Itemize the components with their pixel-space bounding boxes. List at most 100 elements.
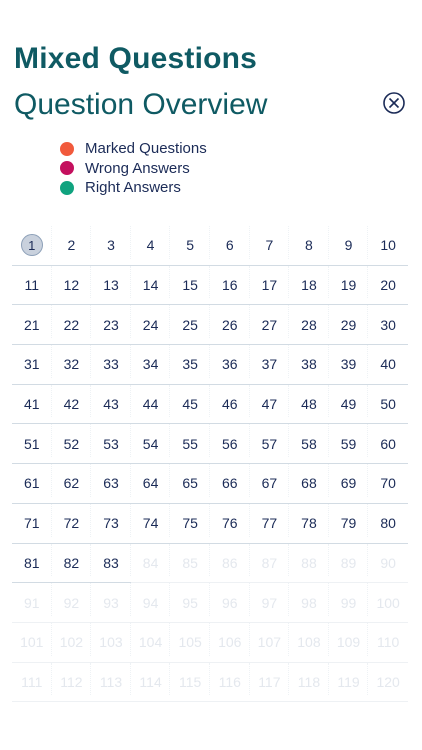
- question-cell-77[interactable]: 77: [249, 503, 290, 544]
- question-number: 116: [218, 673, 241, 690]
- question-cell-70[interactable]: 70: [368, 464, 408, 504]
- question-cell-59[interactable]: 59: [328, 424, 369, 465]
- question-number: 56: [221, 435, 238, 452]
- question-cell-46[interactable]: 46: [209, 384, 250, 425]
- question-cell-45[interactable]: 45: [170, 384, 210, 425]
- question-cell-14[interactable]: 14: [130, 265, 171, 306]
- question-cell-55[interactable]: 55: [170, 424, 210, 465]
- question-cell-64[interactable]: 64: [130, 464, 171, 504]
- question-cell-7[interactable]: 7: [249, 226, 290, 266]
- question-cell-67[interactable]: 67: [249, 464, 290, 504]
- question-cell-76[interactable]: 76: [209, 503, 250, 544]
- question-number: 62: [63, 475, 80, 492]
- question-cell-35[interactable]: 35: [170, 345, 210, 385]
- question-cell-17[interactable]: 17: [249, 265, 290, 306]
- question-cell-36[interactable]: 36: [209, 345, 250, 385]
- close-button[interactable]: [383, 92, 405, 114]
- question-cell-57[interactable]: 57: [249, 424, 290, 465]
- question-cell-72[interactable]: 72: [51, 503, 92, 544]
- question-cell-29[interactable]: 29: [328, 305, 369, 346]
- question-cell-28[interactable]: 28: [289, 305, 329, 346]
- question-cell-16[interactable]: 16: [209, 265, 250, 306]
- question-cell-53[interactable]: 53: [91, 424, 131, 465]
- question-cell-58[interactable]: 58: [289, 424, 329, 465]
- question-cell-112: 112: [51, 662, 92, 703]
- question-cell-82[interactable]: 82: [51, 543, 92, 584]
- question-cell-62[interactable]: 62: [51, 464, 92, 504]
- question-cell-24[interactable]: 24: [130, 305, 171, 346]
- question-cell-38[interactable]: 38: [289, 345, 329, 385]
- question-number: 50: [380, 396, 396, 413]
- question-number: 41: [24, 396, 40, 413]
- question-cell-32[interactable]: 32: [51, 345, 92, 385]
- question-cell-1[interactable]: 1: [12, 226, 52, 266]
- question-cell-5[interactable]: 5: [170, 226, 210, 266]
- question-cell-49[interactable]: 49: [328, 384, 369, 425]
- question-cell-74[interactable]: 74: [130, 503, 171, 544]
- question-cell-30[interactable]: 30: [368, 305, 408, 346]
- question-cell-6[interactable]: 6: [209, 226, 250, 266]
- question-cell-48[interactable]: 48: [289, 384, 329, 425]
- question-cell-20[interactable]: 20: [368, 266, 408, 306]
- question-cell-19[interactable]: 19: [328, 265, 369, 306]
- question-cell-8[interactable]: 8: [289, 226, 329, 266]
- question-cell-43[interactable]: 43: [91, 384, 131, 425]
- question-cell-79[interactable]: 79: [328, 503, 369, 544]
- question-cell-68[interactable]: 68: [289, 464, 329, 504]
- question-cell-42[interactable]: 42: [51, 384, 92, 425]
- question-cell-33[interactable]: 33: [91, 345, 131, 385]
- question-cell-78[interactable]: 78: [289, 503, 329, 544]
- question-cell-13[interactable]: 13: [91, 265, 131, 306]
- question-cell-9[interactable]: 9: [328, 226, 369, 266]
- question-cell-66[interactable]: 66: [209, 464, 250, 504]
- question-cell-81[interactable]: 81: [12, 543, 52, 584]
- question-cell-40[interactable]: 40: [368, 345, 408, 385]
- question-cell-44[interactable]: 44: [130, 384, 171, 425]
- question-cell-31[interactable]: 31: [12, 345, 52, 385]
- question-cell-2[interactable]: 2: [51, 226, 92, 266]
- question-cell-39[interactable]: 39: [328, 345, 369, 385]
- question-number: 106: [218, 634, 242, 651]
- question-cell-69[interactable]: 69: [328, 464, 369, 504]
- question-cell-26[interactable]: 26: [209, 305, 250, 346]
- page-subtitle: Question Overview: [14, 88, 268, 121]
- page-title: Mixed Questions: [14, 42, 258, 75]
- question-number: 52: [63, 435, 80, 452]
- question-cell-11[interactable]: 11: [12, 265, 52, 306]
- question-cell-80[interactable]: 80: [368, 504, 408, 544]
- question-cell-22[interactable]: 22: [51, 305, 92, 346]
- question-cell-60[interactable]: 60: [368, 424, 408, 465]
- question-cell-54[interactable]: 54: [130, 424, 171, 465]
- question-number: 13: [103, 277, 119, 294]
- question-cell-27[interactable]: 27: [249, 305, 290, 346]
- question-cell-4[interactable]: 4: [130, 226, 171, 266]
- question-cell-83[interactable]: 83: [91, 543, 131, 584]
- question-cell-37[interactable]: 37: [249, 345, 290, 385]
- question-cell-73[interactable]: 73: [91, 503, 131, 544]
- question-cell-21[interactable]: 21: [12, 305, 52, 346]
- question-cell-56[interactable]: 56: [209, 424, 250, 465]
- current-question-badge: 1: [20, 234, 43, 257]
- question-cell-63[interactable]: 63: [91, 464, 131, 504]
- question-cell-41[interactable]: 41: [12, 384, 52, 425]
- question-cell-109: 109: [328, 622, 369, 663]
- question-cell-25[interactable]: 25: [170, 305, 210, 346]
- question-cell-15[interactable]: 15: [170, 265, 210, 306]
- question-cell-61[interactable]: 61: [12, 464, 52, 504]
- question-cell-23[interactable]: 23: [91, 305, 131, 346]
- question-cell-47[interactable]: 47: [249, 384, 290, 425]
- question-cell-3[interactable]: 3: [91, 226, 131, 266]
- question-number: 77: [261, 515, 278, 532]
- question-cell-111: 111: [12, 662, 52, 703]
- question-cell-12[interactable]: 12: [51, 265, 92, 306]
- question-cell-18[interactable]: 18: [289, 265, 329, 306]
- question-cell-65[interactable]: 65: [170, 464, 210, 504]
- question-cell-75[interactable]: 75: [170, 503, 210, 544]
- question-cell-34[interactable]: 34: [130, 345, 171, 385]
- question-cell-10[interactable]: 10: [368, 226, 408, 266]
- question-cell-71[interactable]: 71: [12, 503, 52, 544]
- question-cell-51[interactable]: 51: [12, 424, 52, 465]
- question-number: 38: [301, 356, 317, 373]
- question-cell-50[interactable]: 50: [368, 385, 408, 425]
- question-cell-52[interactable]: 52: [51, 424, 92, 465]
